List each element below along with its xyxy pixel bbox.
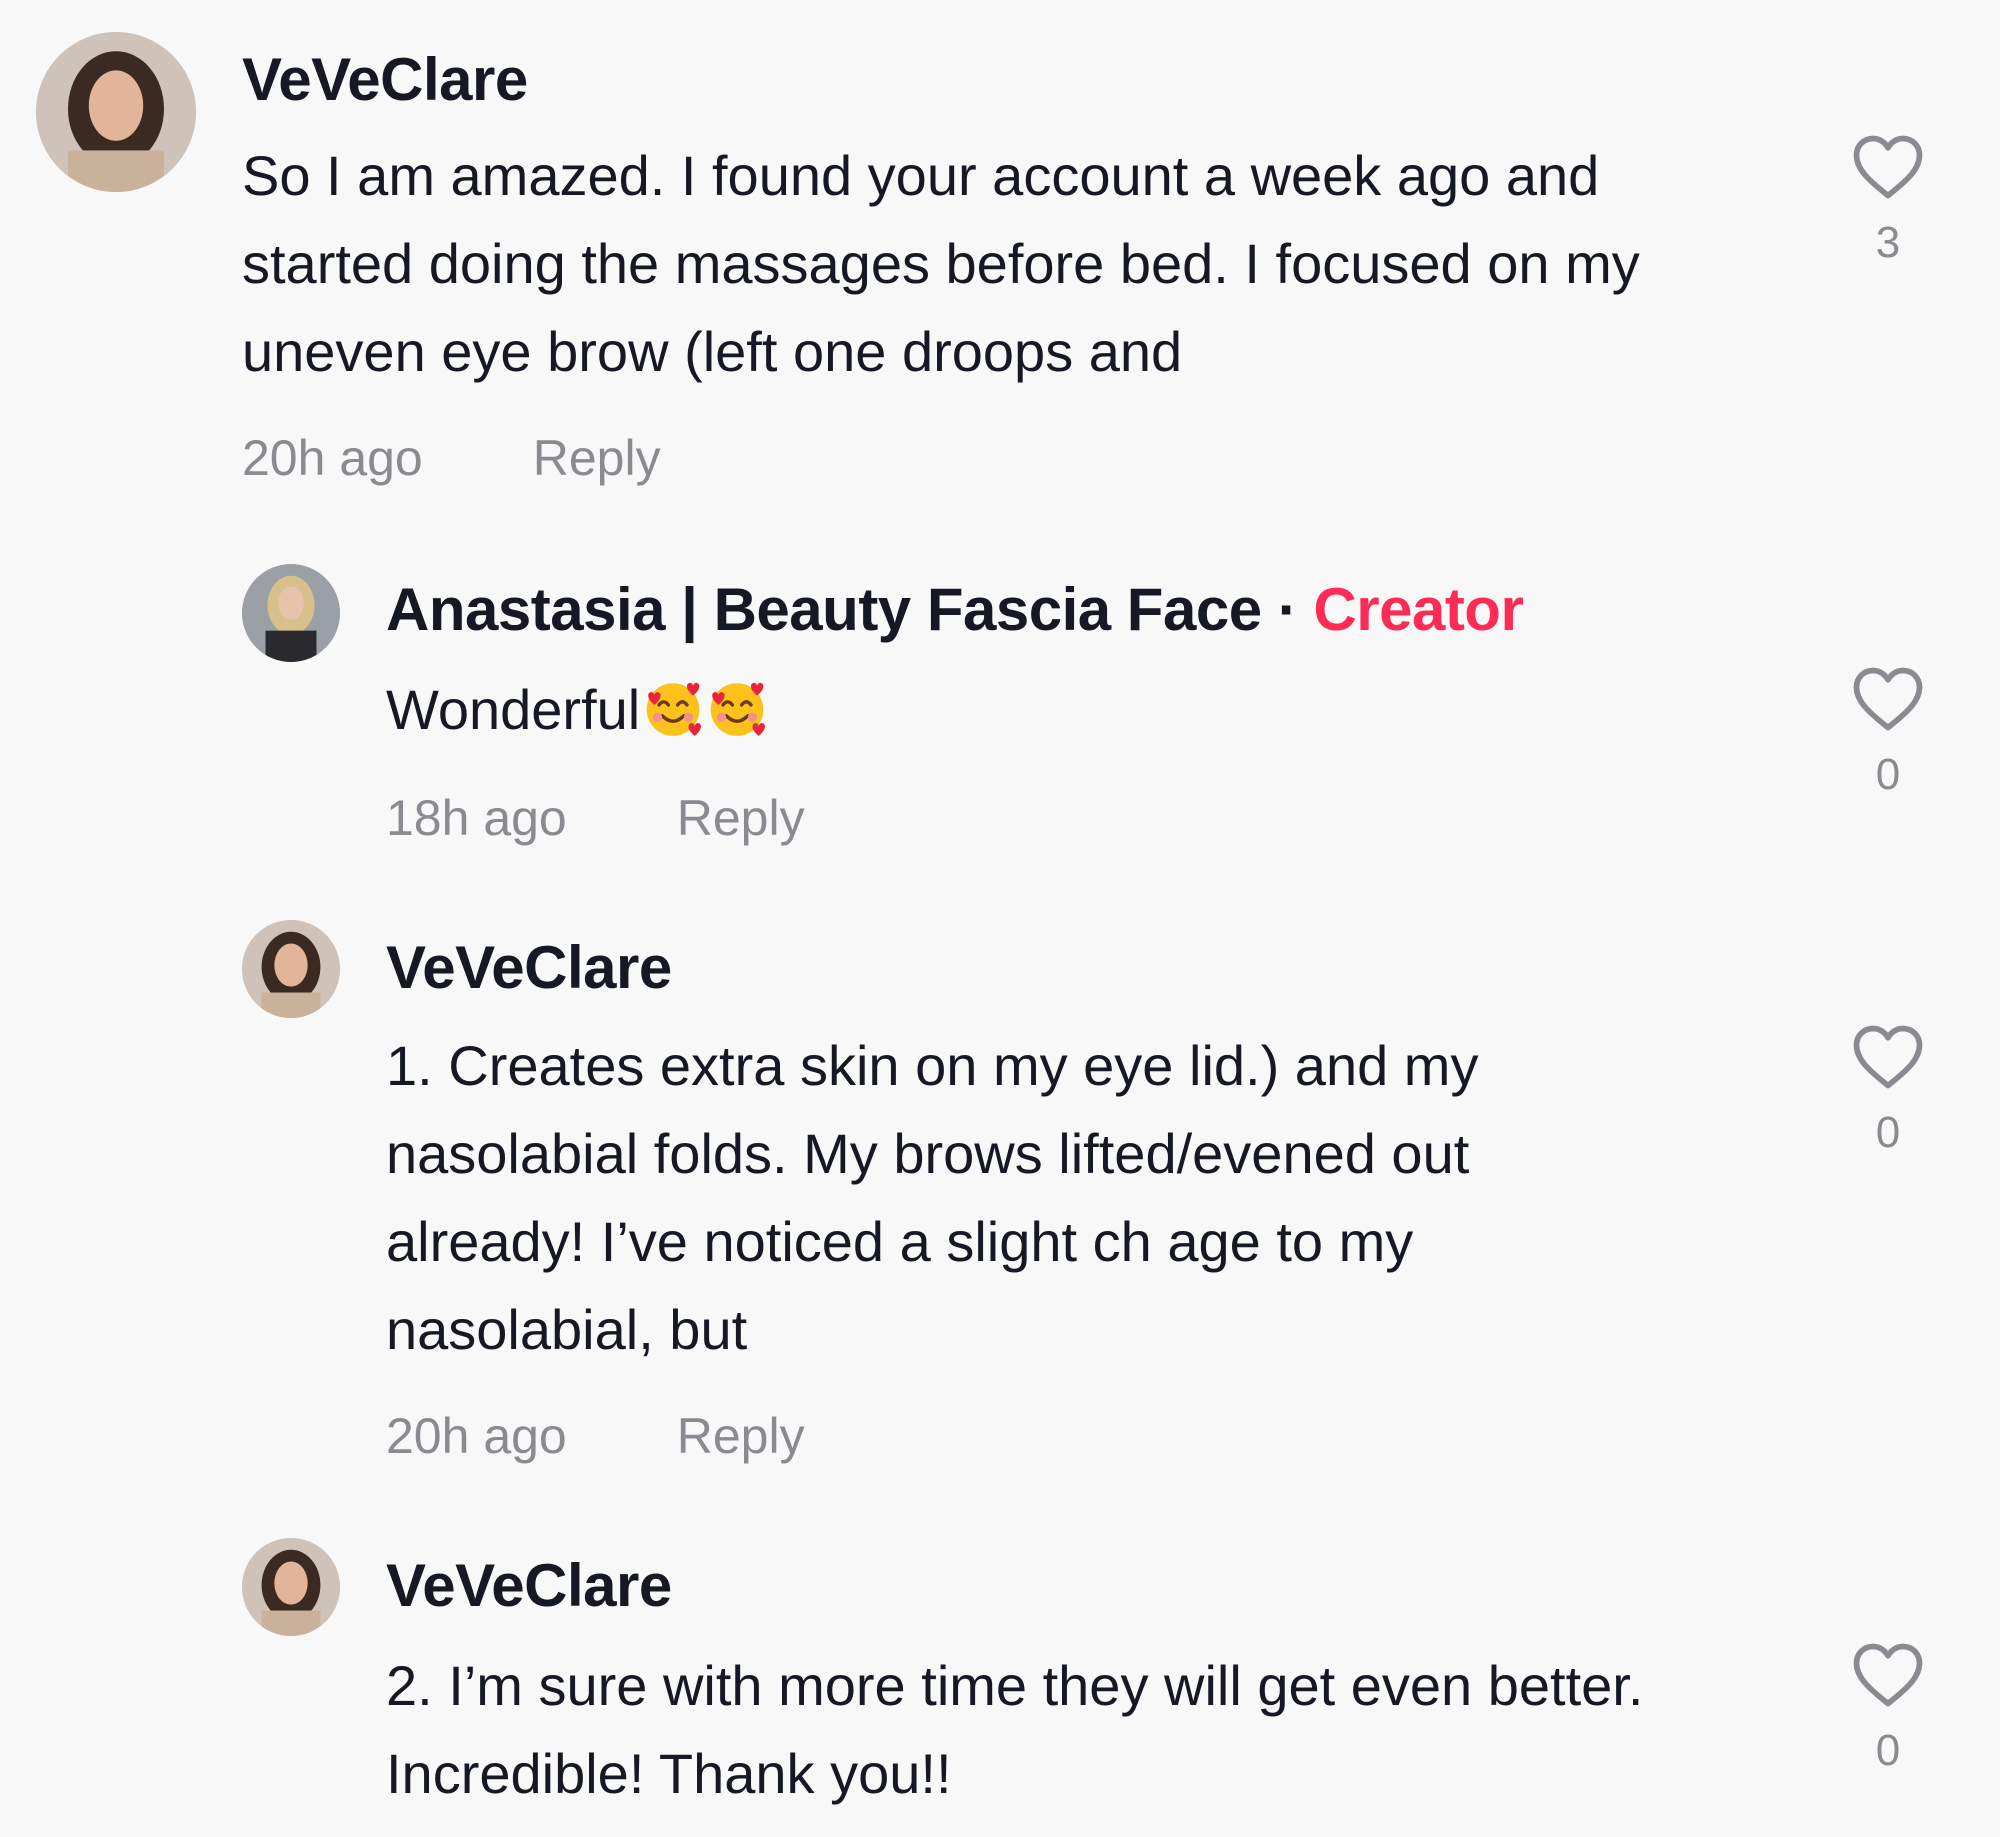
avatar-image xyxy=(36,32,196,192)
avatar[interactable] xyxy=(242,1538,340,1636)
avatar-image xyxy=(242,920,340,1018)
comment-text: So I am amazed. I found your account a w… xyxy=(242,144,1640,383)
comment-username[interactable]: VeVeClare xyxy=(386,1550,672,1622)
like-button[interactable]: 0 xyxy=(1846,666,1930,800)
comment-text-content: Wonderful xyxy=(386,678,641,741)
avatar[interactable] xyxy=(36,32,196,192)
comment-username[interactable]: VeVeClare xyxy=(242,44,528,116)
smiling-face-with-hearts-icon xyxy=(646,682,702,736)
reply-button[interactable]: Reply xyxy=(533,430,661,486)
comment-text: 1. Creates extra skin on my eye lid.) an… xyxy=(386,1034,1479,1361)
comment-text: 2. I’m sure with more time they will get… xyxy=(386,1654,1644,1805)
like-count: 0 xyxy=(1875,1108,1901,1157)
like-count: 0 xyxy=(1875,1726,1901,1775)
comment-time: 20h ago xyxy=(242,430,423,486)
heart-icon[interactable] xyxy=(1852,1642,1924,1708)
avatar[interactable] xyxy=(242,920,340,1018)
comment-meta: 20h ago Reply xyxy=(386,1406,805,1466)
comment-time: 18h ago xyxy=(386,790,567,846)
smiling-face-with-hearts-icon xyxy=(710,682,766,736)
creator-name[interactable]: Anastasia | Beauty Fascia Face xyxy=(386,576,1262,643)
comment-meta: 20h ago Reply xyxy=(242,428,661,488)
comment-time: 20h ago xyxy=(386,1408,567,1464)
like-count: 0 xyxy=(1875,750,1901,799)
like-button[interactable]: 3 xyxy=(1846,134,1930,268)
avatar[interactable] xyxy=(242,564,340,662)
separator-dot: · xyxy=(1277,576,1298,643)
like-button[interactable]: 0 xyxy=(1846,1024,1930,1158)
comment-meta: 18h ago Reply xyxy=(386,788,805,848)
reply-button[interactable]: Reply xyxy=(677,790,805,846)
like-button[interactable]: 0 xyxy=(1846,1642,1930,1776)
comment-username: Anastasia | Beauty Fascia Face · Creator xyxy=(386,574,1524,646)
creator-badge: Creator xyxy=(1313,576,1524,643)
heart-icon[interactable] xyxy=(1852,1024,1924,1090)
comment-text: Wonderful xyxy=(386,666,1946,754)
reply-button[interactable]: Reply xyxy=(677,1408,805,1464)
like-count: 3 xyxy=(1875,218,1901,267)
heart-icon[interactable] xyxy=(1852,666,1924,732)
comment-username[interactable]: VeVeClare xyxy=(386,932,672,1004)
avatar-image xyxy=(242,1538,340,1636)
avatar-image xyxy=(242,564,340,662)
heart-icon[interactable] xyxy=(1852,134,1924,200)
